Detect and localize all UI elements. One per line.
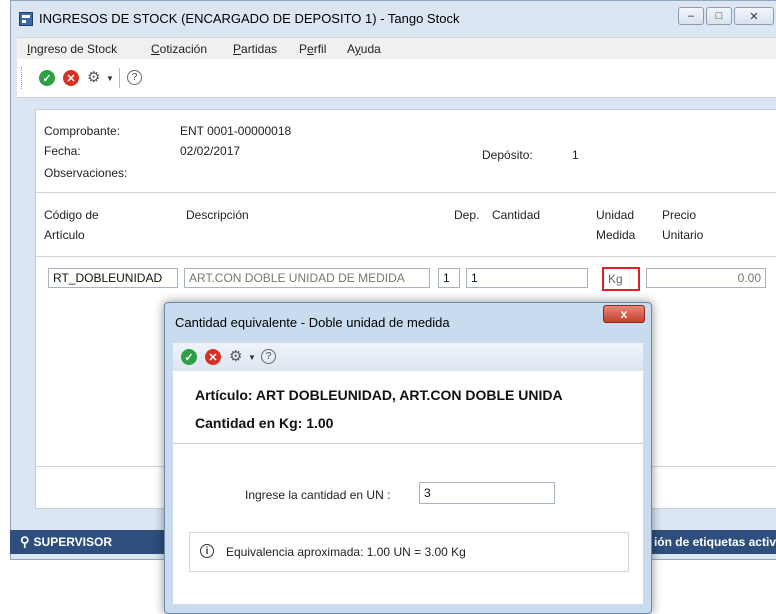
help-icon[interactable]: ? — [127, 70, 142, 85]
col-unidad-line1: Unidad — [596, 208, 635, 222]
equivalencia-text: Equivalencia aproximada: 1.00 UN = 3.00 … — [226, 545, 466, 559]
articulo-text: Artículo: ART DOBLEUNIDAD, ART.CON DOBLE… — [195, 387, 563, 403]
deposito-value: 1 — [572, 148, 579, 162]
minimize-icon: – — [687, 10, 695, 22]
gear-icon[interactable]: ⚙ — [229, 349, 242, 365]
cantidad-cell[interactable]: 1 — [466, 268, 588, 288]
status-message: ión de etiquetas activ — [653, 535, 776, 549]
menu-perfil[interactable]: Perfil — [299, 42, 326, 56]
comprobante-label: Comprobante: — [44, 124, 121, 138]
menu-ingreso-de-stock[interactable]: Ingreso de Stock — [27, 42, 117, 56]
observaciones-label: Observaciones: — [44, 166, 128, 180]
chevron-down-icon[interactable]: ▼ — [248, 353, 256, 362]
col-unidad-line2: Medida — [596, 228, 636, 242]
maximize-icon: □ — [715, 10, 723, 22]
descripcion-cell[interactable]: ART.CON DOBLE UNIDAD DE MEDIDA — [184, 268, 430, 288]
col-dep: Dep. — [454, 208, 480, 222]
equivalencia-info: i Equivalencia aproximada: 1.00 UN = 3.0… — [189, 532, 629, 572]
gear-icon[interactable]: ⚙ — [87, 70, 100, 86]
toolbar-separator — [119, 68, 120, 88]
toolbar: ✓ ✕ ⚙ ▼ ? — [17, 59, 776, 98]
cancel-x-icon[interactable]: ✕ — [63, 70, 79, 86]
col-precio-line1: Precio — [662, 208, 697, 222]
maximize-button[interactable]: □ — [706, 7, 732, 25]
cancel-x-icon[interactable]: ✕ — [205, 349, 221, 365]
close-button[interactable]: ✕ — [734, 7, 774, 25]
comprobante-value: ENT 0001-00000018 — [180, 124, 292, 138]
col-descripcion: Descripción — [186, 208, 249, 222]
menu-ayuda[interactable]: Ayuda — [347, 42, 381, 56]
dialog-title: Cantidad equivalente - Doble unidad de m… — [175, 315, 450, 330]
fecha-label: Fecha: — [44, 144, 81, 158]
dep-cell[interactable]: 1 — [438, 268, 460, 288]
toolbar-grip — [21, 67, 24, 89]
status-user-name: SUPERVISOR — [33, 535, 112, 549]
confirm-check-icon[interactable]: ✓ — [39, 70, 55, 86]
menu-bar: Ingreso de Stock Cotización Partidas Per… — [17, 37, 776, 61]
col-cantidad: Cantidad — [492, 208, 541, 222]
app-icon — [19, 12, 33, 26]
info-icon: i — [200, 544, 214, 558]
unidad-medida-cell[interactable]: Kg — [602, 267, 640, 291]
user-search-icon: ⚲ — [20, 534, 30, 549]
form-divider — [36, 192, 776, 193]
col-codigo-line2: Artículo — [44, 228, 85, 242]
window-title: INGRESOS DE STOCK (ENCARGADO DE DEPOSITO… — [39, 11, 460, 26]
chevron-down-icon[interactable]: ▼ — [106, 74, 114, 83]
dialog-header: Artículo: ART DOBLEUNIDAD, ART.CON DOBLE… — [173, 371, 643, 444]
window-controls: – □ ✕ — [678, 7, 774, 25]
confirm-check-icon[interactable]: ✓ — [181, 349, 197, 365]
menu-cotizacion[interactable]: Cotización — [151, 42, 207, 56]
col-precio-line2: Unitario — [662, 228, 704, 242]
menu-partidas[interactable]: Partidas — [233, 42, 277, 56]
help-icon[interactable]: ? — [261, 349, 276, 364]
deposito-label: Depósito: — [482, 148, 533, 162]
col-codigo-line1: Código de — [44, 208, 99, 222]
dialog-toolbar: ✓ ✕ ⚙ ▼ ? — [173, 343, 643, 372]
codigo-articulo-cell[interactable]: RT_DOBLEUNIDAD — [48, 268, 178, 288]
dialog-body: Ingrese la cantidad en UN : 3 i Equivale… — [173, 444, 643, 604]
grid-header-divider — [36, 256, 776, 257]
cantidad-kg-text: Cantidad en Kg: 1.00 — [195, 415, 334, 431]
cantidad-un-label: Ingrese la cantidad en UN : — [245, 488, 391, 502]
cantidad-un-input[interactable]: 3 — [419, 482, 555, 504]
cantidad-equivalente-dialog: Cantidad equivalente - Doble unidad de m… — [164, 302, 652, 614]
minimize-button[interactable]: – — [678, 7, 704, 25]
close-icon: ✕ — [749, 10, 759, 23]
status-user[interactable]: ⚲ SUPERVISOR — [20, 535, 112, 549]
precio-unitario-cell[interactable]: 0.00 — [646, 268, 766, 288]
close-icon: x — [620, 307, 628, 321]
dialog-close-button[interactable]: x — [603, 305, 645, 323]
title-bar: INGRESOS DE STOCK (ENCARGADO DE DEPOSITO… — [11, 1, 776, 35]
fecha-value: 02/02/2017 — [180, 144, 241, 158]
